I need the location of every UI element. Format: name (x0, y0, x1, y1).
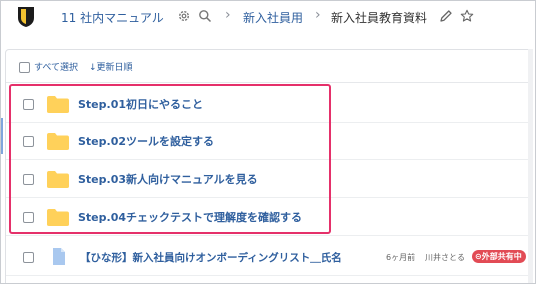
document-title[interactable]: 【ひな形】新入社員向けオンボーディングリスト＿氏名 (80, 250, 342, 265)
updated-time: 6ヶ月前 (386, 253, 416, 262)
sort-updated-button[interactable]: ↓更新日順 (89, 60, 133, 73)
breadcrumb-separator: › (315, 7, 321, 23)
star-icon[interactable] (460, 9, 474, 23)
highlight-box (9, 84, 331, 234)
active-row-marker (1, 118, 3, 154)
space-name-link[interactable]: 11 社内マニュアル (61, 9, 164, 26)
select-all-checkbox[interactable] (19, 62, 30, 73)
shared-badge-label: 外部共有中 (481, 252, 522, 261)
app-window: 11 社内マニュアル › 新入社員用 › 新入社員教育資料 すべて選択 ↓更新日… (0, 0, 536, 284)
list-toolbar: すべて選択 ↓更新日順 (6, 50, 531, 83)
scrollbar[interactable] (528, 49, 533, 283)
breadcrumb-separator: › (225, 7, 231, 23)
author-name: 川井さとる (425, 253, 465, 262)
shared-badge: ⊝外部共有中 (472, 250, 526, 263)
breadcrumb-item-new-employee[interactable]: 新入社員用 (243, 9, 303, 26)
pencil-icon[interactable] (439, 9, 453, 23)
select-all-label[interactable]: すべて選択 (34, 60, 78, 73)
document-row[interactable]: 【ひな形】新入社員向けオンボーディングリスト＿氏名 6ヶ月前 川井さとる ⊝外部… (6, 239, 531, 276)
link-icon: ⊝ (475, 252, 482, 261)
shield-logo-icon[interactable] (17, 6, 35, 28)
breadcrumb-current: 新入社員教育資料 (331, 11, 428, 25)
search-icon[interactable] (198, 9, 212, 23)
row-checkbox[interactable] (23, 252, 34, 263)
page-header: 11 社内マニュアル › 新入社員用 › 新入社員教育資料 (1, 1, 535, 33)
document-icon (53, 248, 65, 265)
gear-icon[interactable] (177, 9, 191, 23)
